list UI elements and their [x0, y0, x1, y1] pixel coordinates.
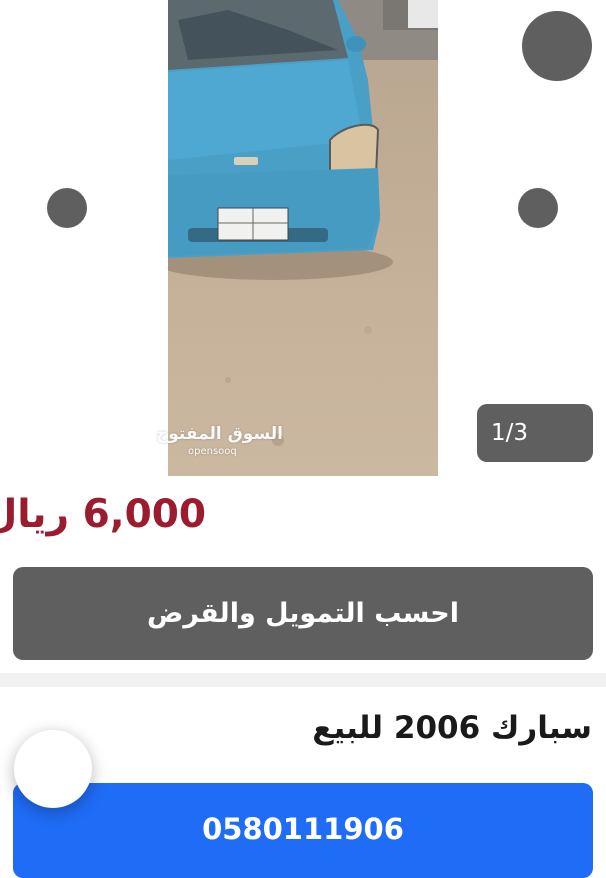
- listing-title: سبارك 2006 للبيع: [312, 710, 592, 746]
- seller-avatar[interactable]: [14, 730, 92, 808]
- watermark-english: opensooq: [188, 446, 237, 457]
- car-photo[interactable]: [168, 0, 438, 476]
- section-divider: [0, 673, 606, 687]
- prev-image-button[interactable]: [47, 188, 87, 228]
- finance-calculator-button[interactable]: احسب التمويل والقرض: [13, 567, 593, 660]
- next-image-button[interactable]: [518, 188, 558, 228]
- image-counter: 1/3: [477, 404, 593, 462]
- call-phone-button[interactable]: 0580111906: [13, 783, 593, 878]
- favorite-button[interactable]: [522, 11, 592, 81]
- watermark-arabic: السوق المفتوح: [156, 424, 283, 444]
- price: 6,000 ريال: [0, 492, 206, 537]
- car-photo-drawing: [168, 0, 438, 446]
- image-gallery[interactable]: السوق المفتوح opensooq 1/3: [0, 0, 606, 476]
